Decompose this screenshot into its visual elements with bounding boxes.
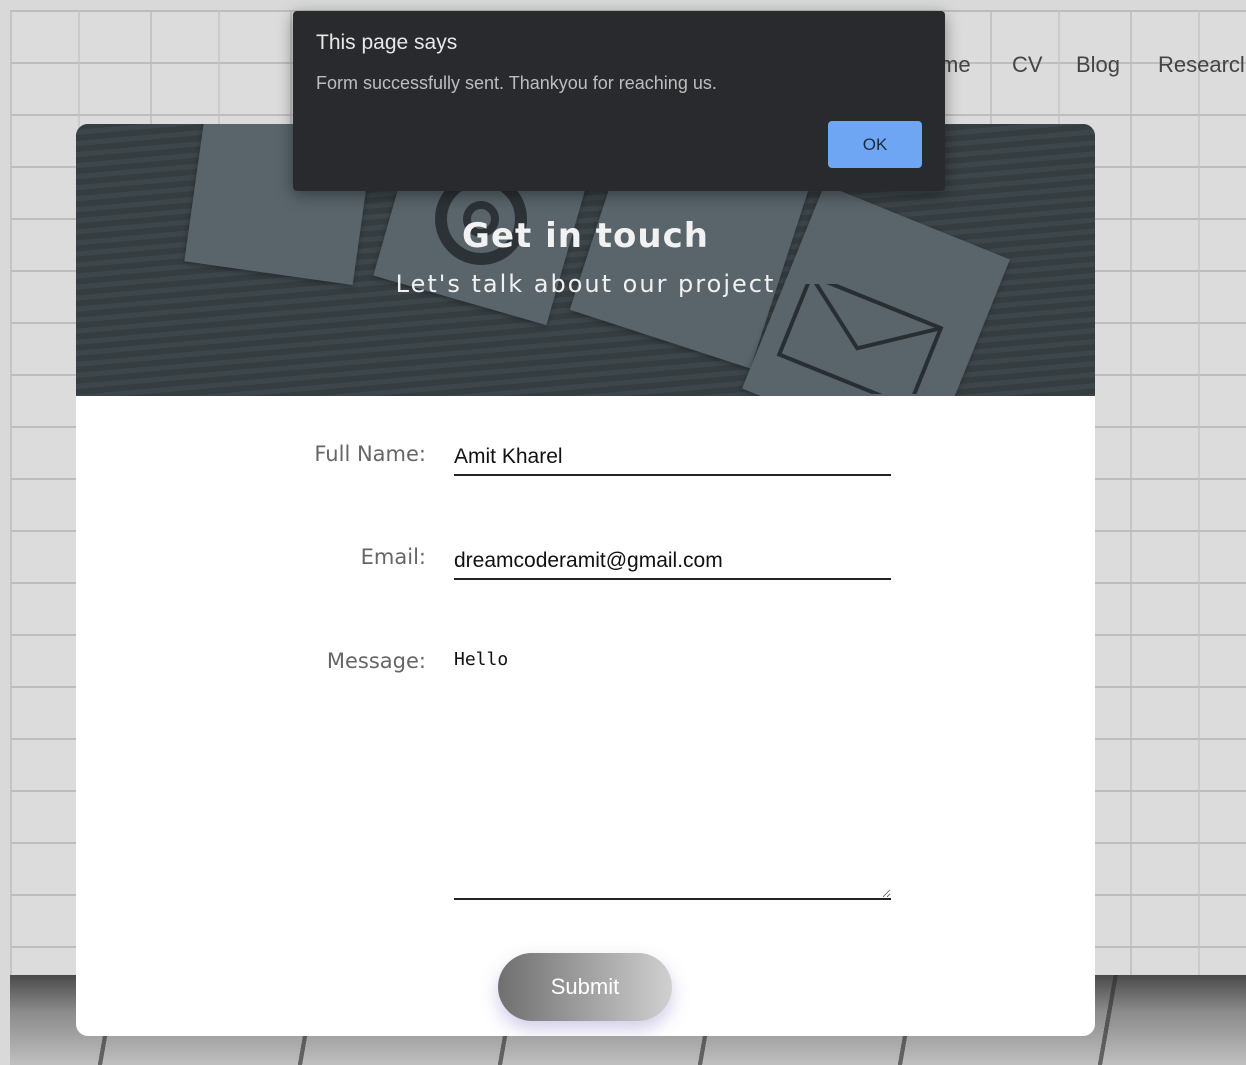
hero-title: Get in touch [462, 216, 709, 256]
email-input[interactable] [454, 544, 891, 580]
dialog-message: Form successfully sent. Thankyou for rea… [316, 73, 717, 93]
dialog-title: This page says [316, 31, 458, 54]
email-label: Email: [360, 545, 426, 569]
nav-item-blog[interactable]: Blog [1076, 52, 1120, 78]
nav-item-cv[interactable]: CV [1012, 52, 1043, 78]
full-name-label: Full Name: [314, 442, 426, 466]
submit-button[interactable]: Submit [498, 953, 672, 1021]
ok-button[interactable]: OK [828, 121, 922, 168]
contact-card: Get in touch Let's talk about our projec… [76, 124, 1095, 1036]
full-name-input[interactable] [454, 440, 891, 476]
message-textarea[interactable]: Hello [454, 648, 891, 900]
nav-item-research[interactable]: Researcl [1158, 52, 1245, 78]
alert-dialog: This page says Form successfully sent. T… [293, 11, 945, 191]
hero-subtitle: Let's talk about our project [395, 270, 776, 298]
message-label: Message: [326, 649, 426, 673]
